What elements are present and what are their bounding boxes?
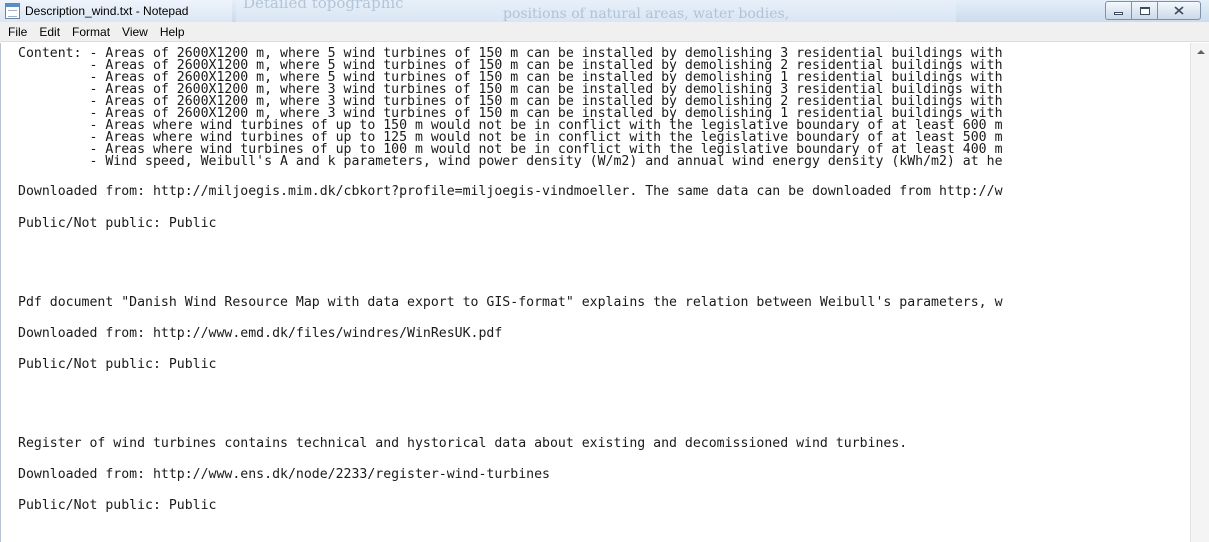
caption-buttons [1105,1,1201,20]
text-editor[interactable]: Content: - Areas of 2600X1200 m, where 5… [0,43,1190,542]
text-line: - Wind speed, Weibull's A and k paramete… [18,154,1003,169]
title-bar[interactable]: Detailed topographic positions of natura… [0,0,1209,22]
menu-edit[interactable]: Edit [33,22,66,42]
menu-bar: File Edit Format View Help [0,22,1209,42]
text-line: Pdf document "Danish Wind Resource Map w… [18,295,1003,310]
background-text-1: Detailed topographic [243,0,404,12]
minimize-icon [1114,12,1123,15]
text-line: Downloaded from: http://www.ens.dk/node/… [18,467,550,482]
minimize-button[interactable] [1105,1,1131,20]
window-title: Description_wind.txt - Notepad [25,4,189,18]
text-line: Downloaded from: http://www.emd.dk/files… [18,326,503,341]
menu-help[interactable]: Help [154,22,191,42]
text-line: Public/Not public: Public [18,498,217,513]
menu-view[interactable]: View [116,22,154,42]
close-button[interactable] [1157,1,1201,20]
background-text-2: positions of natural areas, water bodies… [503,6,790,22]
vertical-scrollbar[interactable] [1190,43,1209,542]
maximize-icon [1139,6,1150,15]
close-icon [1174,6,1184,15]
maximize-button[interactable] [1131,1,1157,20]
text-line: Public/Not public: Public [18,216,217,231]
text-line: Public/Not public: Public [18,357,217,372]
text-line: Downloaded from: http://miljoegis.mim.dk… [18,184,1003,199]
notepad-window: Detailed topographic positions of natura… [0,0,1209,542]
menu-file[interactable]: File [2,22,33,42]
menu-format[interactable]: Format [66,22,116,42]
notepad-icon[interactable] [5,3,20,19]
title-area: Description_wind.txt - Notepad [0,0,232,22]
scroll-up-arrow-icon[interactable] [1192,43,1209,60]
text-line: Register of wind turbines contains techn… [18,436,908,451]
